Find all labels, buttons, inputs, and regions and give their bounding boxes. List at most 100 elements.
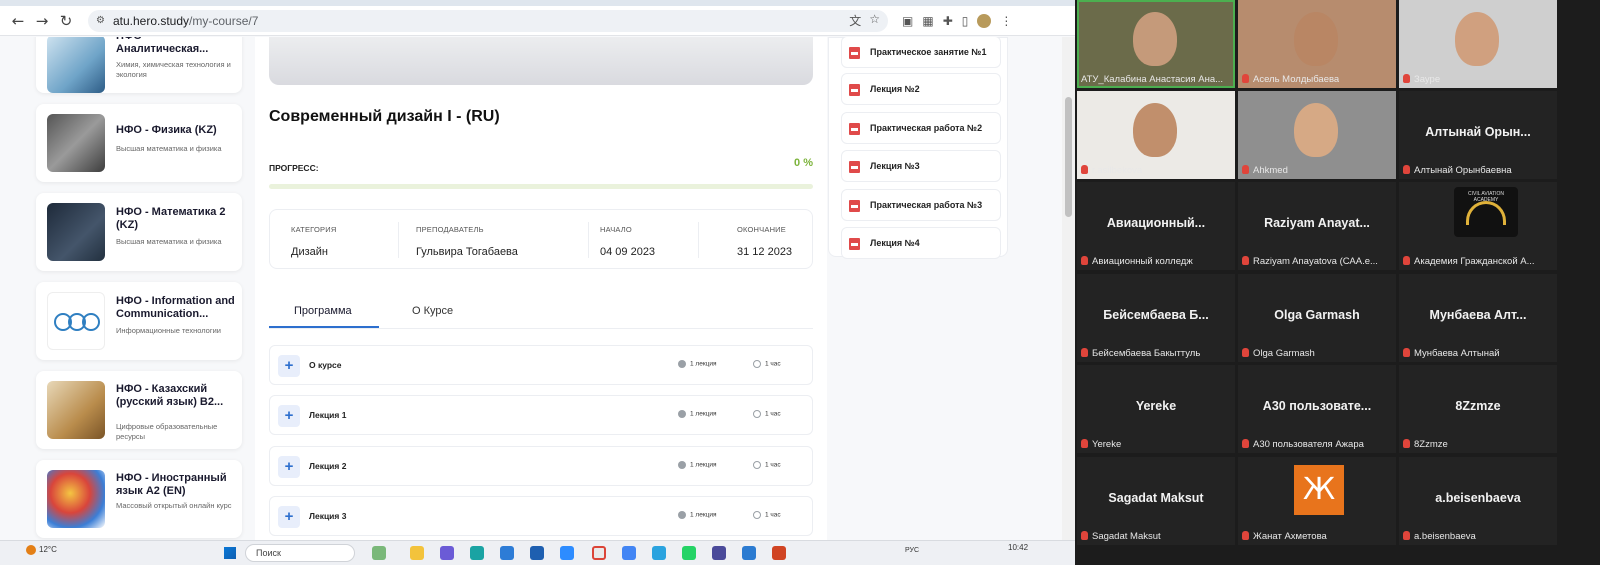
- course-card-title: НФО - Иностранный язык А2 (EN): [116, 472, 227, 497]
- participant-tile[interactable]: Yereke Yereke: [1077, 365, 1235, 453]
- participant-name-text: a.beisenbaeva: [1414, 531, 1476, 542]
- participant-video: [1294, 103, 1338, 157]
- extension-icon[interactable]: ▣: [902, 14, 913, 28]
- site-info-icon[interactable]: ⚙: [96, 15, 105, 26]
- participant-name: Бейсембаева Бакыттуль: [1081, 348, 1200, 359]
- program-row[interactable]: + Лекция 2 1 лекция 1 час: [269, 446, 813, 486]
- taskbar-app-icon[interactable]: [372, 546, 386, 560]
- translate-icon[interactable]: 文: [849, 12, 861, 29]
- sidepanel-icon[interactable]: ▯: [962, 14, 969, 28]
- material-item[interactable]: Лекция №4: [841, 227, 1001, 259]
- participant-tile[interactable]: Мунбаева Алт... Мунбаева Алтынай: [1399, 274, 1557, 362]
- participant-tile[interactable]: 8Zzmze 8Zzmze: [1399, 365, 1557, 453]
- participant-tile[interactable]: АТУ_Калабина Анастасия Ана...: [1077, 0, 1235, 88]
- language-indicator[interactable]: РУС: [905, 547, 919, 554]
- participant-tile[interactable]: Olga Garmash Olga Garmash: [1238, 274, 1396, 362]
- material-item[interactable]: Практическая работа №3: [841, 189, 1001, 221]
- participant-name-text: Ahkmed: [1253, 165, 1288, 176]
- participant-tile[interactable]: Ahkmed: [1238, 91, 1396, 179]
- bookmark-star-icon[interactable]: ☆: [869, 12, 880, 29]
- url-host: atu.hero.study: [112, 13, 190, 28]
- participant-tile[interactable]: Алтынай Орын... Алтынай Орынбаевна: [1399, 91, 1557, 179]
- lecture-icon: [678, 410, 686, 418]
- course-card[interactable]: НФО - Аналитическая... Химия, химическая…: [36, 37, 242, 93]
- participant-tile[interactable]: Бейсембаева Б... Бейсембаева Бакыттуль: [1077, 274, 1235, 362]
- material-item[interactable]: Лекция №2: [841, 73, 1001, 105]
- participant-name: Авиационный колледж: [1081, 256, 1193, 267]
- forward-icon[interactable]: →: [30, 9, 54, 33]
- address-bar[interactable]: ⚙ atu.hero.study/my-course/7 文 ☆: [88, 9, 888, 32]
- divider: [588, 222, 589, 258]
- material-item[interactable]: Практическая работа №2: [841, 112, 1001, 144]
- course-thumbnail: [47, 381, 105, 439]
- teams-icon[interactable]: [440, 546, 454, 560]
- participant-tile[interactable]: Асель Молдыбаева: [1238, 0, 1396, 88]
- program-row[interactable]: + О курсе 1 лекция 1 час: [269, 345, 813, 385]
- puzzle-icon[interactable]: ✚: [943, 14, 953, 28]
- menu-icon[interactable]: ⋮: [1000, 14, 1012, 28]
- course-card[interactable]: НФО - Иностранный язык А2 (EN) Массовый …: [36, 460, 242, 538]
- reload-icon[interactable]: ↻: [54, 9, 78, 33]
- lecture-count: 1 лекция: [678, 511, 717, 519]
- duration: 1 час: [753, 410, 781, 418]
- pdf-icon: [849, 238, 860, 250]
- expand-plus-icon[interactable]: +: [278, 405, 300, 427]
- chrome-icon[interactable]: [592, 546, 606, 560]
- expand-plus-icon[interactable]: +: [278, 456, 300, 478]
- muted-mic-icon: [1403, 348, 1410, 357]
- course-card[interactable]: НФО - Казахский (русский язык) В2... Циф…: [36, 371, 242, 449]
- lecture-count: 1 лекция: [678, 360, 717, 368]
- chrome-icon[interactable]: [622, 546, 636, 560]
- participant-tile[interactable]: CIVIL AVIATION ACADEMY Академия Гражданск…: [1399, 182, 1557, 270]
- participant-tile[interactable]: Raziyam Anayat... Raziyam Anayatova (САА.…: [1238, 182, 1396, 270]
- back-icon[interactable]: ←: [6, 9, 30, 33]
- material-item[interactable]: Практическое занятие №1: [841, 37, 1001, 68]
- participant-tile[interactable]: a.beisenbaeva a.beisenbaeva: [1399, 457, 1557, 545]
- program-row[interactable]: + Лекция 3 1 лекция 1 час: [269, 496, 813, 536]
- scrollbar-thumb[interactable]: [1065, 97, 1072, 217]
- lecture-icon: [678, 461, 686, 469]
- weather-widget[interactable]: 12°C: [26, 545, 57, 555]
- participant-tile[interactable]: Авиационный... Авиационный колледж: [1077, 182, 1235, 270]
- muted-mic-icon: [1081, 256, 1088, 265]
- participant-tile[interactable]: Зауре: [1399, 0, 1557, 88]
- word-icon[interactable]: [530, 546, 544, 560]
- taskbar-app-icon[interactable]: [500, 546, 514, 560]
- page-scrollbar[interactable]: [1062, 37, 1075, 550]
- profile-avatar[interactable]: [977, 13, 992, 28]
- participant-name-text: 8Zzmze: [1414, 439, 1448, 450]
- start-button[interactable]: [224, 547, 236, 559]
- academy-logo-icon: CIVIL AVIATION ACADEMY: [1454, 187, 1518, 237]
- taskbar-app-icon[interactable]: [742, 546, 756, 560]
- participant-name-text: АТУ_Калабина Анастасия Ана...: [1081, 74, 1224, 85]
- telegram-icon[interactable]: [652, 546, 666, 560]
- participant-display-name: Алтынай Орын...: [1425, 125, 1531, 139]
- powerpoint-icon[interactable]: [772, 546, 786, 560]
- program-row[interactable]: + Лекция 1 1 лекция 1 час: [269, 395, 813, 435]
- course-card[interactable]: НФО - Information and Communication... И…: [36, 282, 242, 360]
- participant-tile[interactable]: Ж Жанат Ахметова: [1238, 457, 1396, 545]
- participant-tile[interactable]: А30 пользовате... А30 пользователя Ажара: [1238, 365, 1396, 453]
- clock-icon: [753, 360, 761, 368]
- tab-about[interactable]: О Курсе: [412, 305, 453, 317]
- expand-plus-icon[interactable]: +: [278, 506, 300, 528]
- tab-program[interactable]: Программа: [294, 305, 352, 317]
- zoom-icon[interactable]: [560, 546, 574, 560]
- participant-name-text: r.asilbekova: [1092, 165, 1143, 176]
- taskbar-app-icon[interactable]: [712, 546, 726, 560]
- clock[interactable]: 10:42: [1008, 543, 1028, 552]
- course-card[interactable]: НФО - Математика 2 (KZ) Высшая математик…: [36, 193, 242, 271]
- participant-tile[interactable]: r.asilbekova: [1077, 91, 1235, 179]
- taskbar-search[interactable]: Поиск: [245, 544, 355, 562]
- course-card[interactable]: НФО - Физика (KZ) Высшая математика и фи…: [36, 104, 242, 182]
- expand-plus-icon[interactable]: +: [278, 355, 300, 377]
- active-tab-indicator: [269, 326, 379, 328]
- qr-icon[interactable]: ▦: [922, 14, 933, 28]
- participant-name-text: Авиационный колледж: [1092, 256, 1193, 267]
- material-item[interactable]: Лекция №3: [841, 150, 1001, 182]
- taskbar-app-icon[interactable]: [470, 546, 484, 560]
- participant-tile[interactable]: Sagadat Maksut Sagadat Maksut: [1077, 457, 1235, 545]
- whatsapp-icon[interactable]: [682, 546, 696, 560]
- folder-icon[interactable]: [410, 546, 424, 560]
- participant-display-name: Olga Garmash: [1274, 308, 1360, 322]
